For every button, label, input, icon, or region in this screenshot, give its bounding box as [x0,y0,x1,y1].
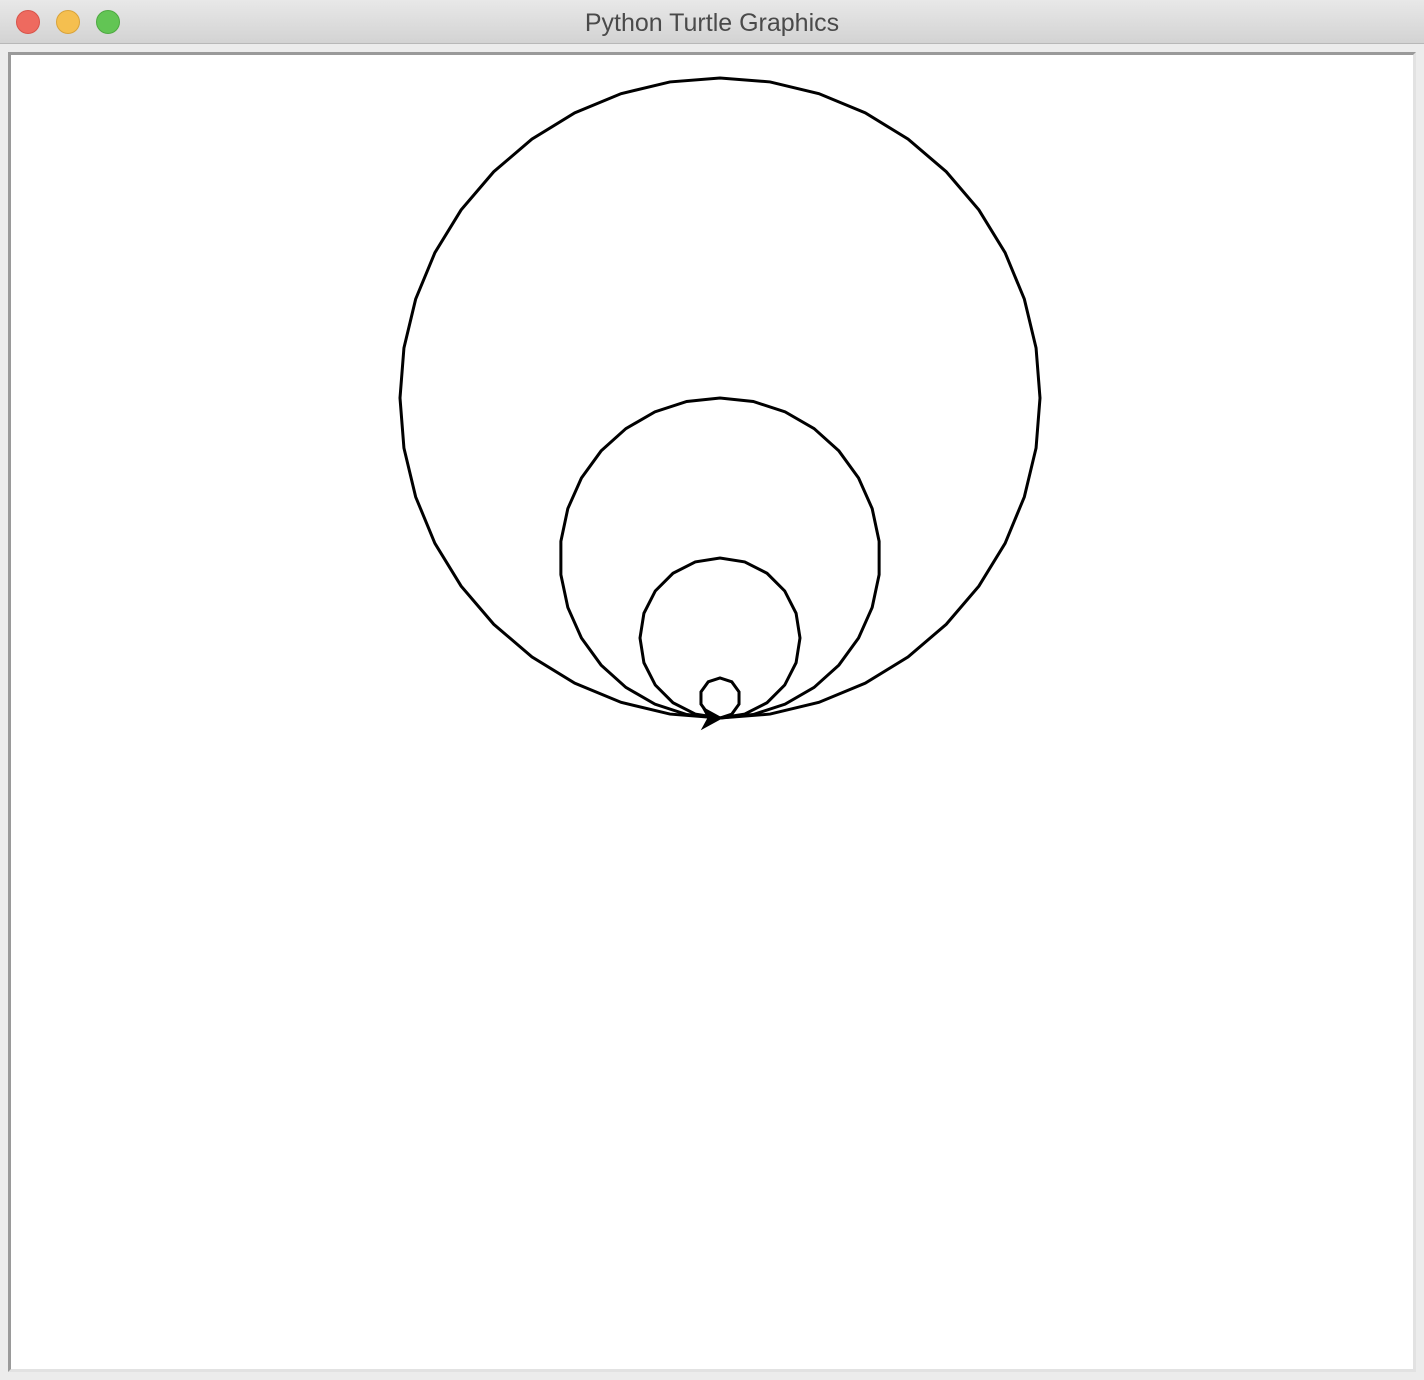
turtle-canvas[interactable] [8,52,1416,1372]
turtle-circle-3 [638,556,802,720]
turtle-drawing [398,76,1042,731]
window-title: Python Turtle Graphics [584,9,840,37]
title-bar[interactable]: Python Turtle Graphics [0,0,1424,44]
turtle-window: Python Turtle Graphics [0,0,1424,1380]
